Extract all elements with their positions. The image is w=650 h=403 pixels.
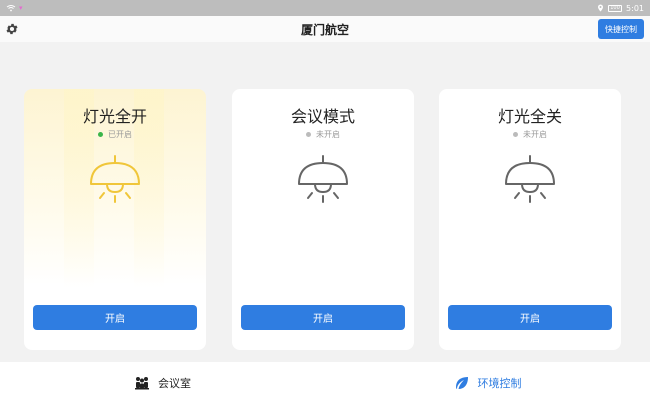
lamp-on-icon: [90, 155, 140, 203]
settings-gear-icon[interactable]: [4, 21, 20, 37]
scene-card-all-lights-on[interactable]: 灯光全开 已开启 开启: [24, 89, 206, 350]
scene-card-status-text: 未开启: [316, 130, 340, 139]
leaf-icon: [454, 375, 470, 391]
scene-activate-button[interactable]: 开启: [241, 305, 405, 330]
scene-card-status: 未开启: [439, 129, 621, 140]
scene-card-all-lights-off[interactable]: 灯光全关 未开启 开启: [439, 89, 621, 350]
location-icon: [598, 4, 604, 12]
scene-card-status: 未开启: [232, 129, 414, 140]
scene-card-title: 灯光全开: [82, 107, 147, 126]
lamp-off-icon: [298, 155, 348, 203]
lamp-off-icon: [505, 155, 555, 203]
status-right: 100 5:01: [597, 4, 644, 13]
status-dot-icon: [513, 132, 518, 137]
nav-item-label: 会议室: [158, 376, 191, 390]
scene-card-meeting-mode[interactable]: 会议模式 未开启 开启: [232, 89, 414, 350]
nav-item-meeting-room[interactable]: 会议室: [0, 362, 325, 403]
scene-card-title: 灯光全关: [497, 107, 562, 126]
system-status-bar: ▾ 100 5:01: [0, 0, 650, 16]
scene-activate-button[interactable]: 开启: [33, 305, 197, 330]
nav-item-label: 环境控制: [477, 376, 522, 390]
bottom-navigation: 会议室 环境控制: [0, 362, 650, 403]
scene-card-status: 已开启: [24, 129, 206, 140]
status-dot-icon: [98, 132, 103, 137]
app-header: 厦门航空 快捷控制: [0, 16, 650, 42]
people-icon: [134, 375, 150, 391]
battery-indicator: 100: [608, 4, 623, 12]
scene-activate-button[interactable]: 开启: [448, 305, 612, 330]
scene-card-status-text: 已开启: [108, 130, 132, 139]
status-dot-icon: [306, 132, 311, 137]
scene-card-status-text: 未开启: [523, 130, 547, 139]
scene-card-title: 会议模式: [290, 107, 355, 126]
status-left: ▾: [6, 4, 23, 12]
wifi-icon: [6, 5, 16, 12]
vpn-icon: ▾: [19, 4, 23, 12]
quick-control-button[interactable]: 快捷控制: [598, 19, 644, 39]
page-title: 厦门航空: [300, 22, 349, 37]
nav-item-environment-control[interactable]: 环境控制: [325, 362, 650, 403]
clock: 5:01: [626, 3, 644, 13]
